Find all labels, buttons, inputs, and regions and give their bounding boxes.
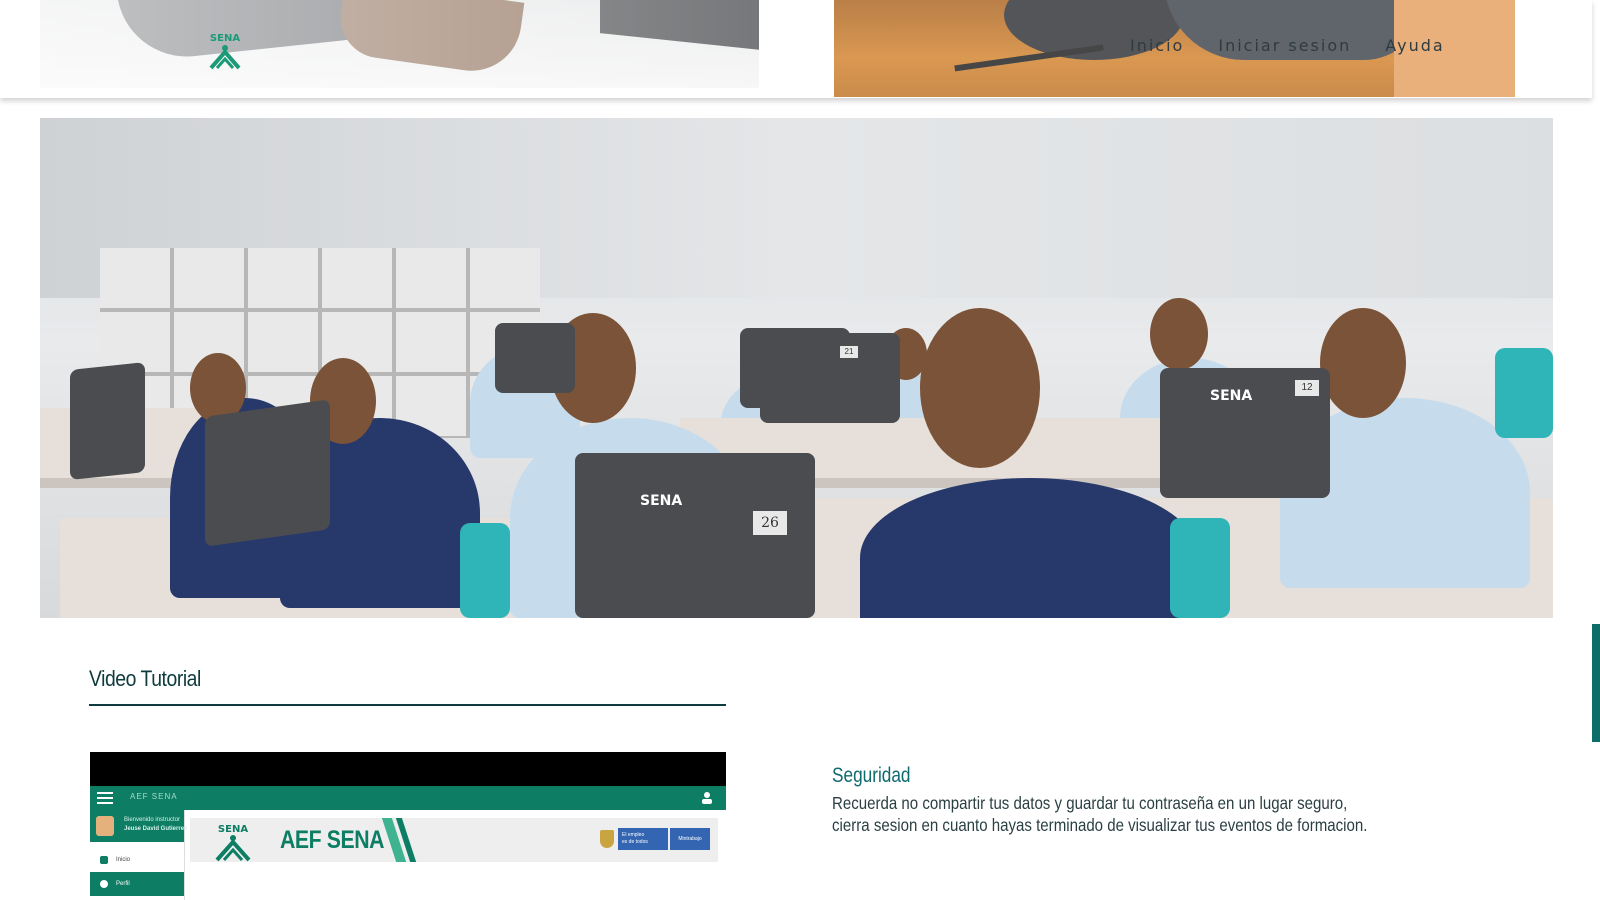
laptop-logo: SENA bbox=[640, 493, 683, 509]
video-profile-card: Bienvenido instructor Jeuse David Gutier… bbox=[90, 810, 188, 842]
laptop-number: 21 bbox=[840, 346, 858, 358]
side-tab[interactable] bbox=[1592, 624, 1600, 742]
section-divider bbox=[89, 704, 726, 706]
hamburger-menu-icon bbox=[97, 792, 113, 804]
svg-text:SENA: SENA bbox=[210, 33, 240, 44]
instructor-name: Jeuse David Gutierrez bbox=[124, 826, 188, 832]
nav-ayuda[interactable]: Ayuda bbox=[1385, 36, 1444, 60]
avatar bbox=[96, 816, 114, 836]
svg-text:SENA: SENA bbox=[218, 824, 248, 835]
header: SENA Inicio Iniciar sesion Ayuda bbox=[0, 0, 1592, 98]
video-app-bar: AEF SENA bbox=[90, 786, 726, 810]
header-photo-left bbox=[40, 0, 759, 88]
video-sidebar: Bienvenido instructor Jeuse David Gutier… bbox=[90, 810, 188, 900]
hero-image: SENA SENA 26 21 12 bbox=[40, 118, 1553, 618]
video-sidebar-item-perfil: Perfil bbox=[90, 872, 184, 896]
nav-inicio[interactable]: Inicio bbox=[1130, 36, 1184, 60]
sena-logo-icon: SENA bbox=[215, 824, 251, 862]
nav-iniciar-sesion[interactable]: Iniciar sesion bbox=[1218, 36, 1351, 60]
video-sidebar-item-inicio: Inicio bbox=[90, 848, 184, 872]
sena-logo[interactable]: SENA bbox=[205, 28, 245, 70]
gov-badge: El empleo es de todos bbox=[618, 828, 668, 850]
laptop-logo: SENA bbox=[1210, 388, 1253, 404]
video-letterbox bbox=[90, 752, 726, 786]
profile-icon bbox=[100, 880, 108, 888]
video-player[interactable]: AEF SENA Bienvenido instructor Jeuse Dav… bbox=[90, 752, 726, 900]
ministry-badge: Mintrabajo bbox=[670, 828, 710, 850]
user-icon bbox=[702, 792, 712, 804]
colombia-shield-icon bbox=[600, 830, 614, 848]
welcome-line: Bienvenido instructor bbox=[124, 817, 181, 823]
video-banner: SENA AEF SENA El empleo es de todos Mint… bbox=[190, 818, 718, 862]
video-section-title: Video Tutorial bbox=[89, 666, 201, 691]
security-title: Seguridad bbox=[832, 764, 911, 787]
laptop-number: 12 bbox=[1295, 380, 1319, 396]
video-app-title: AEF SENA bbox=[130, 792, 178, 801]
main-nav: Inicio Iniciar sesion Ayuda bbox=[1130, 36, 1445, 60]
video-banner-title: AEF SENA bbox=[280, 826, 385, 854]
security-text: Recuerda no compartir tus datos y guarda… bbox=[832, 793, 1368, 835]
home-icon bbox=[100, 856, 108, 864]
laptop-number: 26 bbox=[753, 511, 787, 535]
